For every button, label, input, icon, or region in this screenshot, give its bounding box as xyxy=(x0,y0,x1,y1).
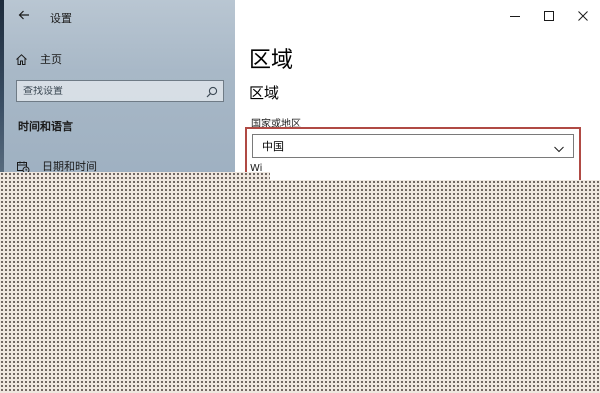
home-icon xyxy=(14,52,28,66)
close-button[interactable] xyxy=(566,0,600,32)
back-button[interactable] xyxy=(14,8,34,26)
obscured-region-top xyxy=(0,172,270,180)
settings-screen: 设置 主页 时间和语言 xyxy=(0,0,600,393)
minimize-button[interactable] xyxy=(498,0,532,32)
chevron-down-icon xyxy=(553,140,565,153)
section-heading: 区域 xyxy=(249,84,280,102)
search-icon[interactable] xyxy=(205,84,219,98)
sidebar-section-title: 时间和语言 xyxy=(18,120,73,133)
close-icon xyxy=(578,11,588,21)
maximize-button[interactable] xyxy=(532,0,566,32)
sidebar-item-home-label: 主页 xyxy=(40,53,62,66)
main-pane: 区域 区域 国家或地区 中国 Wi xyxy=(235,0,600,180)
calendar-clock-icon xyxy=(16,159,30,174)
back-arrow-icon xyxy=(18,10,29,20)
app-title: 设置 xyxy=(50,12,72,25)
settings-sidebar: 设置 主页 时间和语言 xyxy=(4,0,235,180)
sidebar-item-home[interactable]: 主页 xyxy=(14,50,224,68)
search-box[interactable] xyxy=(16,80,224,102)
obscured-region xyxy=(0,180,600,393)
country-dropdown[interactable]: 中国 xyxy=(252,134,574,158)
minimize-icon xyxy=(510,16,520,17)
maximize-icon xyxy=(544,11,554,21)
country-dropdown-value: 中国 xyxy=(262,140,284,153)
page-title: 区域 xyxy=(249,48,294,73)
search-input[interactable] xyxy=(17,85,209,97)
window-controls xyxy=(498,0,600,32)
